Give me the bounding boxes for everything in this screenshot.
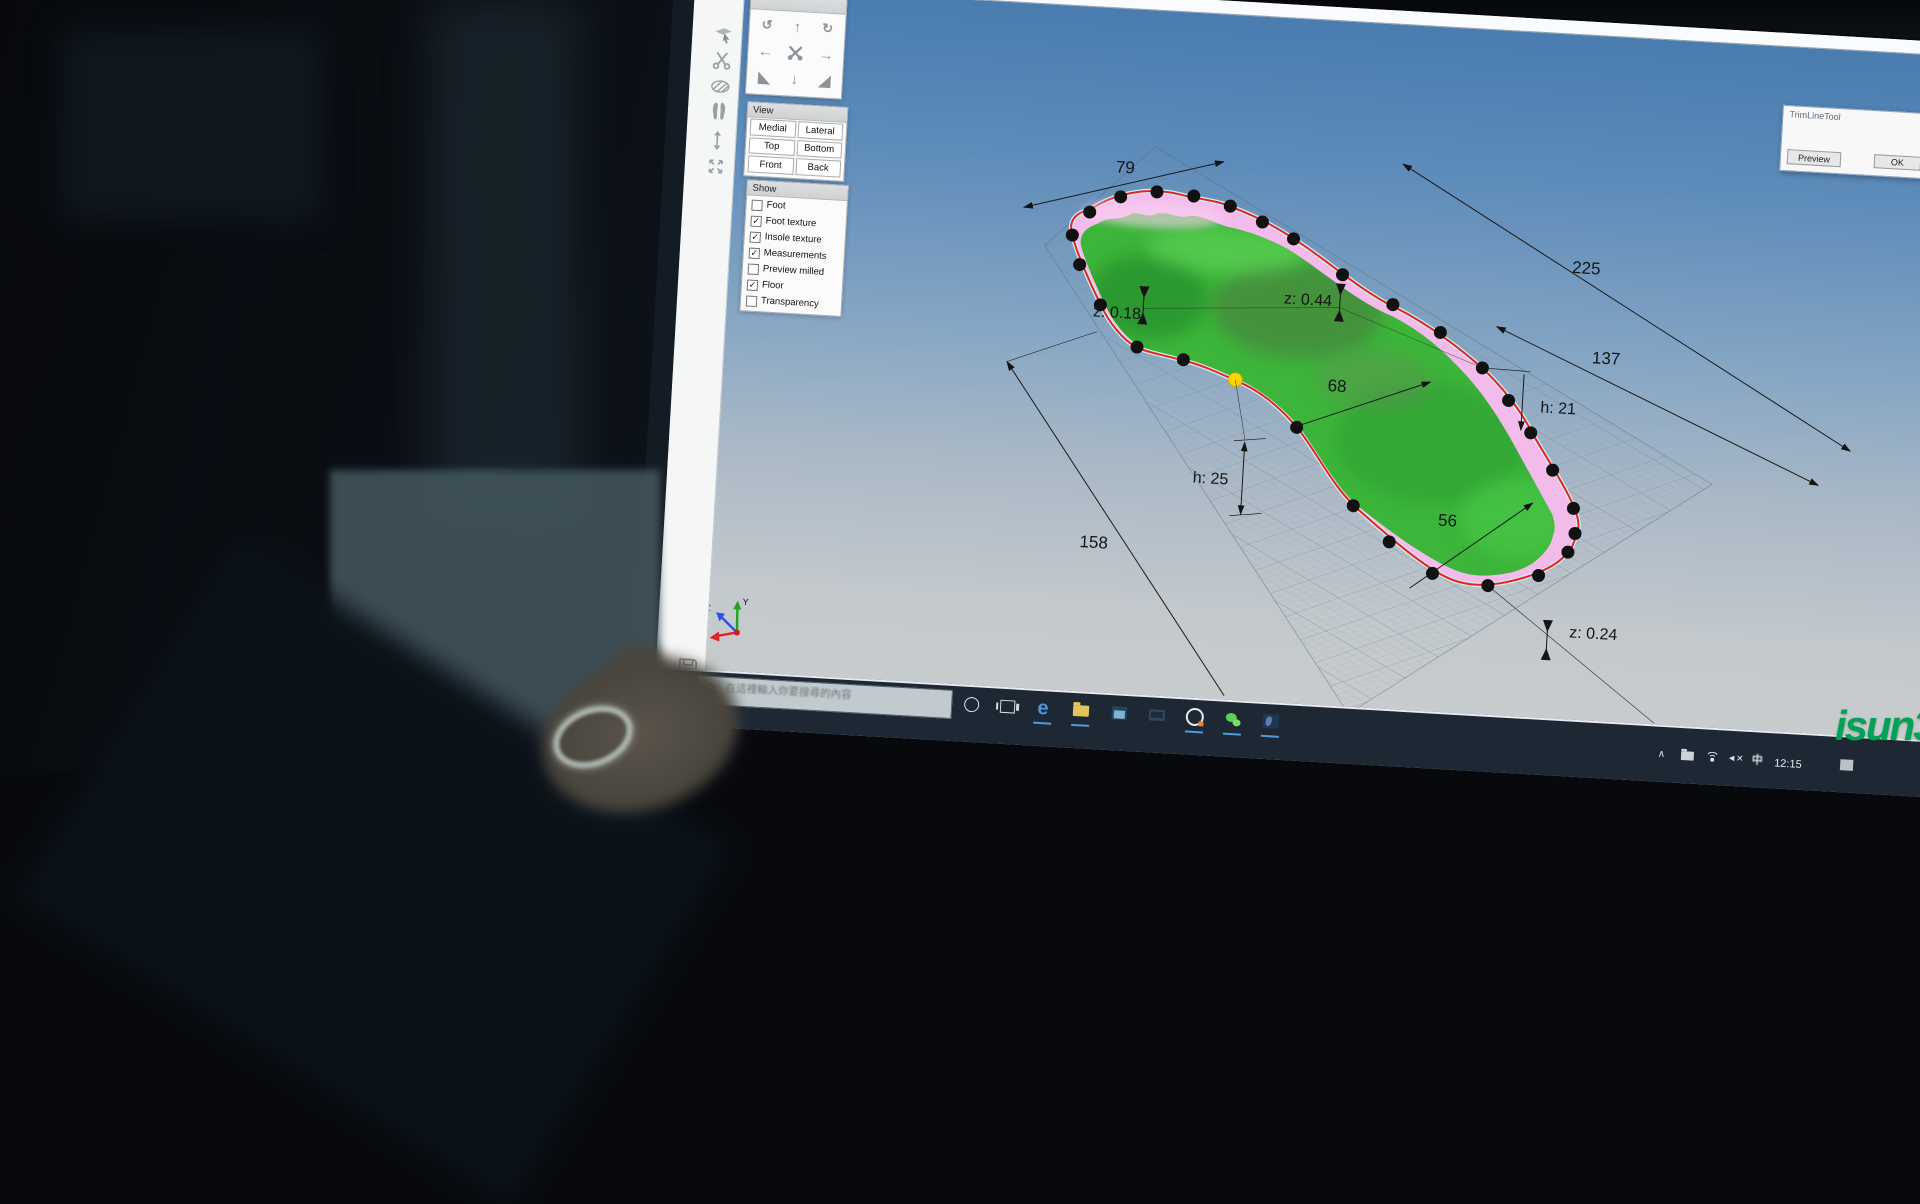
- action-center-icon: [1840, 759, 1854, 771]
- chevron-up-icon: ∧: [1657, 748, 1665, 759]
- action-center-button[interactable]: [1840, 759, 1854, 771]
- clock-time: 12:15: [1774, 757, 1802, 771]
- scissors-icon[interactable]: [710, 48, 733, 71]
- tools-button[interactable]: [780, 39, 812, 67]
- measurement-z-toe: z: 0.24: [1569, 624, 1618, 644]
- checkbox-preview-milled[interactable]: [748, 263, 760, 275]
- q-browser-icon: [1185, 707, 1204, 726]
- checkbox-measurements[interactable]: ✓: [748, 248, 760, 260]
- measurement-forefoot-length: 137: [1591, 348, 1620, 369]
- pan-left-button[interactable]: ←: [750, 37, 782, 65]
- measurement-height-mid: h: 25: [1192, 469, 1229, 488]
- vertical-resize-icon[interactable]: [706, 129, 729, 152]
- view-front-button[interactable]: Front: [747, 156, 793, 175]
- wifi-icon: [1705, 751, 1719, 762]
- pan-right-button[interactable]: →: [810, 41, 842, 69]
- task-view-icon: [999, 699, 1015, 713]
- file-explorer-button[interactable]: [1069, 699, 1092, 722]
- checkbox-foot-label: Foot: [766, 199, 786, 211]
- view-bottom-button[interactable]: Bottom: [796, 140, 842, 159]
- measurement-heel-width: 79: [1115, 158, 1135, 178]
- house-app-icon: [1111, 706, 1127, 720]
- view-lateral-button[interactable]: Lateral: [797, 121, 843, 140]
- checkbox-preview-milled-label: Preview milled: [763, 263, 825, 278]
- insole-app-running-indicator: [1261, 735, 1279, 738]
- measurement-heel-segment: 158: [1079, 532, 1108, 553]
- checkbox-insole-texture[interactable]: ✓: [749, 232, 761, 244]
- monitor-screen: 79 225 137 68 56 158 h: 25 h: 21 z: 0.18…: [653, 0, 1920, 800]
- view-back-button[interactable]: Back: [795, 158, 841, 177]
- house-app-button[interactable]: [1107, 701, 1130, 724]
- hatched-ellipse-icon[interactable]: [709, 75, 732, 98]
- speaker-mute-icon: ◄✕: [1727, 752, 1744, 764]
- trimline-ok-button[interactable]: OK: [1874, 154, 1920, 171]
- cortana-button[interactable]: [960, 692, 983, 715]
- navigation-panel: ↺ ↑ ↻ ← → ◣ ↓ ◢: [745, 0, 848, 100]
- insole-app-icon: [1262, 714, 1279, 729]
- checkbox-transparency-label: Transparency: [761, 295, 819, 309]
- pan-down-button[interactable]: ↓: [779, 65, 811, 93]
- folder-icon: [1073, 704, 1090, 716]
- tray-folder-icon: [1681, 751, 1694, 761]
- measurement-toe-width: 56: [1438, 511, 1458, 531]
- trimline-preview-button[interactable]: Preview: [1787, 149, 1842, 167]
- wechat-running-indicator: [1223, 733, 1241, 736]
- view-panel: View Medial Lateral Top Bottom Front Bac…: [743, 101, 848, 182]
- explorer-running-indicator: [1071, 724, 1089, 727]
- region-select-icon[interactable]: [712, 22, 735, 45]
- measurement-z-heel: z: 0.18: [1092, 303, 1141, 323]
- search-input[interactable]: [723, 681, 947, 708]
- ime-indicator: 中: [1751, 751, 1763, 768]
- checkbox-floor-label: Floor: [762, 279, 784, 291]
- view-top-button[interactable]: Top: [749, 137, 795, 156]
- axis-y-label: Y: [742, 597, 749, 607]
- task-view-button[interactable]: [996, 695, 1019, 718]
- insole-app-button[interactable]: [1259, 710, 1282, 733]
- background-light-band: [430, 0, 580, 520]
- rotate-cw-button[interactable]: ↻: [812, 15, 844, 43]
- q-browser-button[interactable]: [1183, 705, 1206, 728]
- pan-up-button[interactable]: ↑: [781, 13, 813, 41]
- rotate-ccw-button[interactable]: ↺: [751, 11, 783, 39]
- checkbox-floor[interactable]: ✓: [747, 279, 759, 291]
- checkbox-transparency[interactable]: [746, 295, 758, 307]
- tray-ime-button[interactable]: 中: [1746, 748, 1769, 771]
- measurement-z-mid: z: 0.44: [1284, 290, 1333, 310]
- background-window-blur: [60, 30, 320, 220]
- checkbox-foot-texture-label: Foot texture: [765, 215, 816, 229]
- measurement-height-medial: h: 21: [1540, 399, 1577, 418]
- tray-volume-button[interactable]: ◄✕: [1724, 747, 1747, 770]
- trimline-dialog-title: TrimLineTool: [1789, 109, 1841, 122]
- checkbox-foot-texture[interactable]: ✓: [750, 216, 762, 228]
- checkbox-foot[interactable]: [751, 200, 763, 212]
- tray-expand-button[interactable]: ∧: [1650, 742, 1673, 765]
- show-panel: Show Foot ✓ Foot texture ✓ Insole textur…: [739, 179, 848, 317]
- laptop-app-button[interactable]: [1145, 703, 1168, 726]
- measurement-midfoot-width: 68: [1327, 376, 1347, 396]
- wechat-icon: [1225, 712, 1241, 726]
- edge-running-indicator: [1033, 722, 1051, 725]
- edge-button[interactable]: e: [1031, 697, 1054, 720]
- checkbox-measurements-label: Measurements: [764, 247, 827, 262]
- measurement-total-length: 225: [1572, 258, 1601, 279]
- view-medial-button[interactable]: Medial: [750, 118, 796, 137]
- edge-icon: e: [1037, 696, 1049, 720]
- isun-watermark: isun3: [1835, 702, 1920, 750]
- wechat-button[interactable]: [1221, 708, 1244, 731]
- tray-network-button[interactable]: [1700, 745, 1723, 768]
- insole-pair-icon[interactable]: [707, 100, 730, 123]
- checkbox-insole-texture-label: Insole texture: [764, 231, 822, 245]
- tilt-left-button[interactable]: ◣: [748, 63, 780, 91]
- tilt-right-button[interactable]: ◢: [809, 67, 841, 95]
- q-browser-running-indicator: [1185, 730, 1203, 733]
- cortana-icon: [963, 696, 979, 712]
- tray-folder-button[interactable]: [1676, 744, 1699, 767]
- expand-arrows-icon[interactable]: [704, 155, 727, 178]
- tray-clock[interactable]: 12:15: [1774, 753, 1803, 773]
- active-control-point[interactable]: [1228, 372, 1243, 387]
- laptop-app-icon: [1149, 709, 1166, 721]
